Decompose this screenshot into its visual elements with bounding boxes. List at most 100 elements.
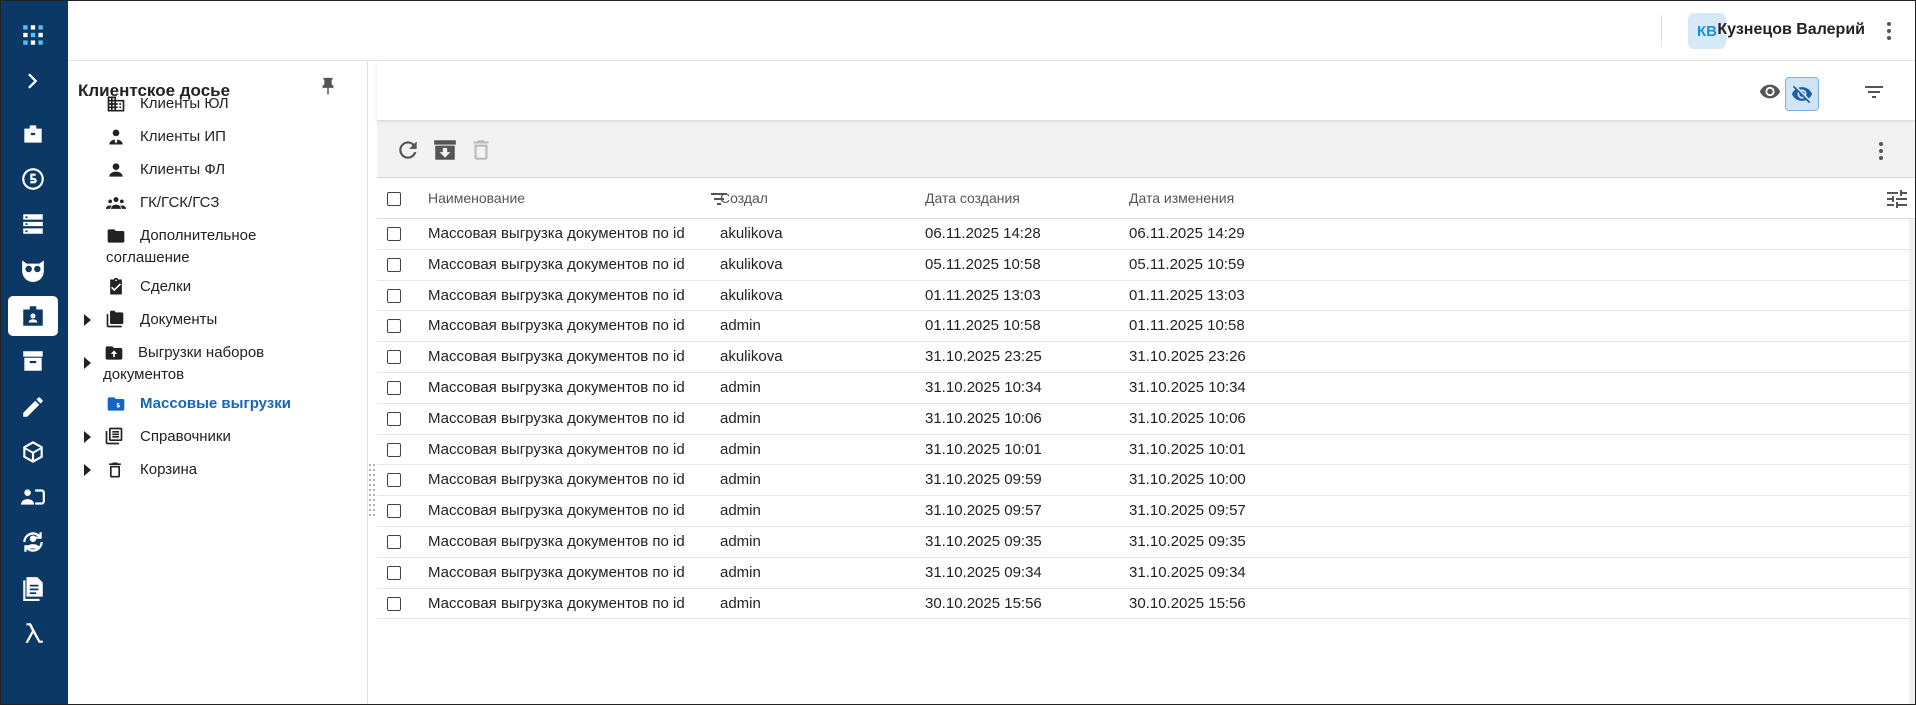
documents-icon[interactable] <box>8 568 58 608</box>
column-header-created-date[interactable]: Дата создания <box>925 190 1020 206</box>
cell-created-by: admin <box>720 563 761 581</box>
cube-icon[interactable] <box>8 432 58 472</box>
row-checkbox[interactable] <box>387 319 401 334</box>
row-checkbox[interactable] <box>387 473 401 488</box>
table-row[interactable]: Массовая выгрузка документов по id admin 0… <box>377 311 1915 343</box>
caret-right-icon[interactable] <box>82 313 92 327</box>
more-vert-icon[interactable] <box>1877 140 1885 162</box>
sidebar-item-label: Справочники <box>140 428 231 445</box>
edit-icon[interactable] <box>8 387 58 427</box>
sidebar-item-document-set-exports[interactable]: Выгрузки наборов документов <box>68 339 368 393</box>
row-checkbox[interactable] <box>387 442 401 457</box>
table-row[interactable]: Массовая выгрузка документов по id admin 3… <box>377 465 1915 497</box>
sidebar-item-documents[interactable]: Документы <box>68 306 368 333</box>
select-all-checkbox[interactable] <box>387 192 401 206</box>
row-checkbox[interactable] <box>387 535 401 549</box>
sidebar-item-trash[interactable]: Корзина <box>68 456 368 483</box>
owl-icon[interactable] <box>8 249 58 289</box>
cell-created-date: 31.10.2025 09:57 <box>925 502 1042 520</box>
expand-icon[interactable] <box>8 61 58 101</box>
row-checkbox[interactable] <box>387 381 401 395</box>
cell-created-date: 31.10.2025 09:59 <box>925 471 1042 489</box>
caret-right-icon[interactable] <box>82 430 92 444</box>
apps-icon[interactable] <box>8 15 58 55</box>
row-checkbox[interactable] <box>387 504 401 519</box>
briefcase-icon[interactable] <box>8 114 58 154</box>
sidebar-item-agreement[interactable]: Дополнительное соглашение <box>68 222 368 276</box>
sidebar-item-label: Документы <box>140 311 218 328</box>
cell-created-date: 31.10.2025 10:01 <box>925 440 1042 458</box>
caret-right-icon[interactable] <box>82 463 92 477</box>
table-row[interactable]: Массовая выгрузка документов по id admin 3… <box>377 373 1915 404</box>
row-checkbox[interactable] <box>387 288 401 303</box>
filter-icon[interactable] <box>1863 83 1885 101</box>
servers-icon[interactable] <box>8 204 58 244</box>
lambda-icon[interactable] <box>8 613 58 653</box>
cell-modified-date: 05.11.2025 10:59 <box>1129 255 1245 273</box>
sidebar-item-deals[interactable]: Сделки <box>68 273 368 300</box>
caret-right-icon[interactable] <box>82 356 92 370</box>
row-checkbox[interactable] <box>387 411 401 426</box>
table-row[interactable]: Массовая выгрузка документов по id akulik… <box>377 281 1915 312</box>
sidebar: Клиентское досье Клиенты ЮЛ Клиенты ИП К… <box>68 61 368 704</box>
eye-icon[interactable] <box>1759 81 1781 101</box>
tune-icon[interactable] <box>1885 188 1909 210</box>
sidebar-item-clients-fl[interactable]: Клиенты ФЛ <box>68 156 368 183</box>
client-card-icon[interactable] <box>8 296 58 336</box>
top-bar: КВ Кузнецов Валерий <box>68 1 1915 61</box>
cell-modified-date: 01.11.2025 13:03 <box>1129 286 1245 304</box>
archive-download-icon[interactable] <box>432 137 458 163</box>
sidebar-item-clients-ip[interactable]: Клиенты ИП <box>68 123 368 150</box>
folder-blue-icon <box>106 394 126 414</box>
table-row[interactable]: Массовая выгрузка документов по id akulik… <box>377 342 1915 373</box>
scrollbar[interactable] <box>1909 219 1915 704</box>
sidebar-item-clients-ul[interactable]: Клиенты ЮЛ <box>68 90 368 117</box>
archive-icon[interactable] <box>8 341 58 381</box>
building-icon <box>106 94 126 114</box>
table-row[interactable]: Массовая выгрузка документов по id admin 3… <box>377 404 1915 435</box>
cell-created-date: 06.11.2025 14:28 <box>925 225 1041 242</box>
column-header-modified-date[interactable]: Дата изменения <box>1129 190 1234 206</box>
sidebar-item-mass-exports[interactable]: Массовые выгрузки <box>68 390 368 417</box>
cell-created-by: admin <box>720 502 761 520</box>
row-checkbox[interactable] <box>387 350 401 365</box>
sidebar-item-label: Сделки <box>140 278 192 295</box>
table-row[interactable]: Массовая выгрузка документов по id admin 3… <box>377 527 1915 558</box>
column-header-name[interactable]: Наименование <box>428 190 525 206</box>
sidebar-item-label-line2: соглашение <box>106 249 190 266</box>
cell-created-date: 31.10.2025 10:06 <box>925 409 1042 427</box>
refresh-icon[interactable] <box>395 137 421 163</box>
cell-modified-date: 01.11.2025 10:58 <box>1129 317 1245 335</box>
row-checkbox[interactable] <box>387 565 401 580</box>
table-row[interactable]: Массовая выгрузка документов по id akulik… <box>377 219 1915 250</box>
table-row[interactable]: Массовая выгрузка документов по id admin 3… <box>377 558 1915 589</box>
sidebar-item-label: ГК/ГСК/ГСЗ <box>140 194 220 211</box>
row-checkbox[interactable] <box>387 227 401 241</box>
sidebar-item-label: Клиенты ФЛ <box>140 161 226 178</box>
delete-icon[interactable] <box>468 137 494 163</box>
column-header-created-by[interactable]: Создал <box>720 190 768 206</box>
cell-modified-date: 31.10.2025 09:35 <box>1129 533 1246 550</box>
table-row[interactable]: Массовая выгрузка документов по id akulik… <box>377 250 1915 281</box>
cell-created-date: 31.10.2025 23:25 <box>925 348 1042 366</box>
row-checkbox[interactable] <box>387 257 401 272</box>
cell-created-date: 31.10.2025 09:35 <box>925 533 1042 550</box>
folders-icon <box>104 309 126 329</box>
cell-name: Массовая выгрузка документов по id <box>428 594 685 612</box>
cell-created-by: admin <box>720 440 761 458</box>
cell-name: Массовая выгрузка документов по id <box>428 317 685 335</box>
eye-off-icon[interactable] <box>1785 77 1819 111</box>
counter-5-icon[interactable] <box>8 159 58 199</box>
table-row[interactable]: Массовая выгрузка документов по id admin 3… <box>377 435 1915 466</box>
sidebar-item-groups[interactable]: ГК/ГСК/ГСЗ <box>68 189 368 216</box>
person-id-icon[interactable] <box>8 477 58 517</box>
sidebar-item-references[interactable]: Справочники <box>68 423 368 450</box>
more-vert-icon[interactable] <box>1885 19 1893 43</box>
table-row[interactable]: Массовая выгрузка документов по id admin 3… <box>377 496 1915 527</box>
user-name[interactable]: Кузнецов Валерий <box>1717 21 1865 39</box>
cell-created-by: akulikova <box>720 348 783 366</box>
resize-handle[interactable] <box>368 464 376 518</box>
sync-person-icon[interactable] <box>8 522 58 562</box>
row-checkbox[interactable] <box>387 596 401 611</box>
table-row[interactable]: Массовая выгрузка документов по id admin 3… <box>377 589 1915 620</box>
